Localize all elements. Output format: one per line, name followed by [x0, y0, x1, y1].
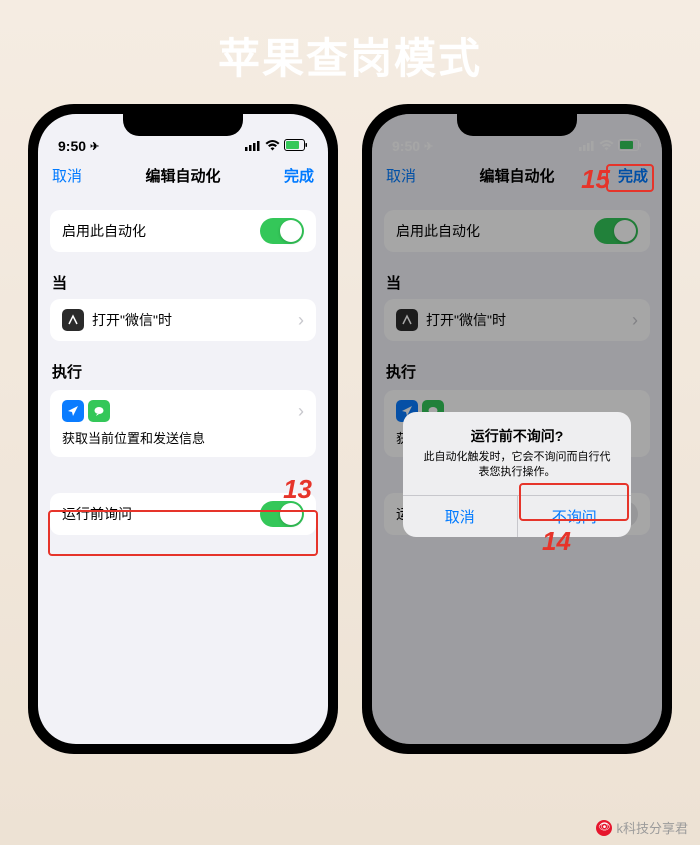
message-action-icon — [88, 400, 110, 422]
weibo-icon: 👁 — [596, 820, 612, 836]
when-row[interactable]: 打开"微信"时 › — [50, 299, 316, 341]
action-row[interactable]: › 获取当前位置和发送信息 — [50, 390, 316, 457]
enable-row[interactable]: 启用此自动化 — [50, 210, 316, 252]
cancel-button[interactable]: 取消 — [52, 165, 82, 186]
page-title: 苹果查岗模式 — [0, 0, 700, 104]
highlight-13 — [48, 510, 318, 556]
phone-left: 9:50 ✈ 取消 编辑自动化 完成 — [28, 104, 338, 754]
when-text: 打开"微信"时 — [92, 310, 298, 330]
chevron-icon: › — [298, 310, 304, 331]
wifi-icon — [265, 138, 280, 154]
location-action-icon — [62, 400, 84, 422]
chevron-icon: › — [298, 401, 304, 422]
do-header: 执行 — [40, 361, 328, 382]
highlight-14 — [519, 483, 629, 521]
notch — [457, 114, 577, 136]
nav-title: 编辑自动化 — [145, 165, 220, 186]
nav-bar: 取消 编辑自动化 完成 — [38, 156, 328, 194]
app-icon — [62, 309, 84, 331]
notch — [123, 114, 243, 136]
annotation-14: 14 — [542, 526, 571, 557]
status-time: 9:50 — [58, 138, 86, 154]
annotation-13: 13 — [283, 474, 312, 505]
watermark: 👁 k科技分享君 — [596, 818, 688, 837]
signal-icon — [245, 138, 261, 154]
when-header: 当 — [40, 272, 328, 293]
phone-right: 9:50 ✈ — [362, 104, 672, 754]
alert-title: 运行前不询问? — [403, 412, 631, 450]
enable-toggle[interactable] — [260, 218, 304, 244]
action-text: 获取当前位置和发送信息 — [62, 428, 205, 447]
location-icon: ✈ — [90, 140, 99, 153]
alert-cancel-button[interactable]: 取消 — [403, 496, 518, 537]
highlight-15 — [606, 164, 654, 192]
done-button[interactable]: 完成 — [284, 165, 314, 186]
battery-icon — [284, 138, 308, 154]
enable-label: 启用此自动化 — [62, 221, 260, 241]
annotation-15: 15 — [581, 164, 610, 195]
